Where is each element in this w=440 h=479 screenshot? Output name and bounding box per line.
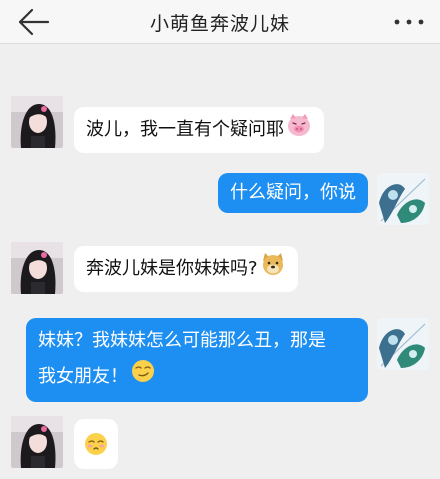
message-bubble-outgoing[interactable]: 妹妹？我妹妹怎么可能那么丑，那是 我女朋友！ [26, 318, 368, 402]
message-text-line: 我女朋友！ [38, 366, 128, 387]
message-row: 波儿，我一直有个疑问耶 [0, 96, 440, 156]
shy-kiss-face-icon [82, 430, 110, 468]
more-options-button[interactable] [392, 14, 426, 30]
more-dots-icon [394, 19, 424, 25]
message-text-line: 妹妹？我妹妹怎么可能那么丑，那是 [38, 330, 326, 351]
contact-avatar[interactable] [11, 416, 63, 468]
message-bubble-incoming[interactable]: 波儿，我一直有个疑问耶 [74, 107, 324, 153]
message-row: 奔波儿妹是你妹妹吗? [0, 242, 440, 302]
message-text: 波儿，我一直有个疑问耶 [86, 119, 284, 140]
doge-dog-face-icon [260, 251, 286, 287]
chat-title: 小萌鱼奔波儿妹 [149, 13, 290, 35]
message-text: 奔波儿妹是你妹妹吗? [86, 258, 258, 279]
pink-pig-face-icon [286, 112, 312, 148]
chat-header: 小萌鱼奔波儿妹 [0, 0, 440, 44]
my-avatar[interactable] [377, 318, 429, 370]
contact-avatar[interactable] [11, 242, 63, 294]
my-avatar[interactable] [377, 173, 429, 225]
message-row [0, 416, 440, 476]
message-bubble-incoming[interactable] [74, 419, 118, 469]
message-row: 什么疑问，你说 [0, 173, 440, 229]
contact-avatar[interactable] [11, 96, 63, 148]
message-bubble-outgoing[interactable]: 什么疑问，你说 [218, 173, 368, 213]
smirk-face-icon [130, 358, 156, 396]
message-text: 什么疑问，你说 [230, 182, 356, 203]
message-row: 妹妹？我妹妹怎么可能那么丑，那是 我女朋友！ [0, 318, 440, 402]
message-bubble-incoming[interactable]: 奔波儿妹是你妹妹吗? [74, 246, 298, 292]
